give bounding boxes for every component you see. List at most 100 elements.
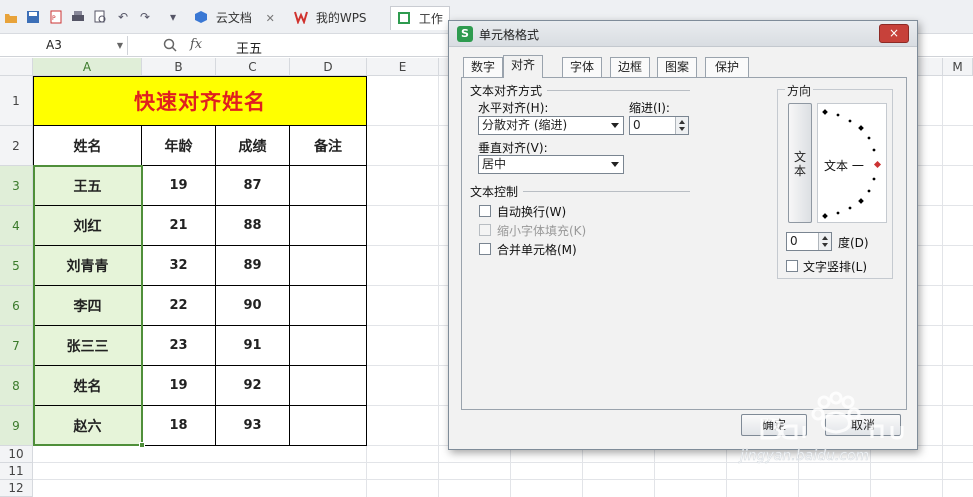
formula-input[interactable]: 王五 bbox=[236, 38, 262, 57]
ok-button[interactable]: 确定 bbox=[741, 414, 807, 436]
table-cell-age[interactable]: 23 bbox=[142, 326, 216, 366]
table-cell-remark[interactable] bbox=[290, 286, 367, 326]
row-header-4[interactable]: 4 bbox=[0, 206, 33, 246]
fill-handle[interactable] bbox=[139, 442, 145, 448]
row-header-1[interactable]: 1 bbox=[0, 76, 33, 126]
row-header-2[interactable]: 2 bbox=[0, 126, 33, 166]
more-dropdown-icon[interactable]: ▾ bbox=[166, 10, 180, 24]
table-cell-name[interactable]: 张三三 bbox=[33, 326, 142, 366]
table-cell-score[interactable]: 92 bbox=[216, 366, 290, 406]
stepper-arrows[interactable] bbox=[818, 233, 831, 250]
chevron-down-icon bbox=[611, 123, 619, 128]
table-cell-age[interactable]: 18 bbox=[142, 406, 216, 446]
tab-workbook[interactable]: 工作簿1 * bbox=[390, 6, 450, 50]
sheet-title-cell[interactable]: 快速对齐姓名 bbox=[33, 76, 367, 126]
header-cell-score[interactable]: 成绩 bbox=[216, 126, 290, 166]
table-cell-name[interactable]: 刘青青 bbox=[33, 246, 142, 286]
vertical-align-select[interactable]: 居中 bbox=[478, 155, 624, 174]
open-folder-icon[interactable] bbox=[4, 10, 18, 24]
table-cell-age[interactable]: 19 bbox=[142, 366, 216, 406]
save-icon[interactable] bbox=[26, 10, 40, 24]
table-cell-name[interactable]: 王五 bbox=[33, 166, 142, 206]
column-header-d[interactable]: D bbox=[290, 58, 367, 76]
column-header-b[interactable]: B bbox=[142, 58, 216, 76]
wrap-text-checkbox[interactable] bbox=[479, 205, 491, 217]
table-cell-score[interactable]: 87 bbox=[216, 166, 290, 206]
tab-protection[interactable]: 保护 bbox=[705, 57, 749, 77]
zoom-lookup-icon[interactable] bbox=[163, 38, 177, 55]
row-header-10[interactable]: 10 bbox=[0, 446, 33, 463]
insert-function-icon[interactable]: fx bbox=[190, 37, 202, 52]
header-cell-remark[interactable]: 备注 bbox=[290, 126, 367, 166]
row-header-12[interactable]: 12 bbox=[0, 480, 33, 497]
table-cell-remark[interactable] bbox=[290, 366, 367, 406]
vertical-text-button[interactable]: 文本 bbox=[788, 103, 812, 223]
horizontal-align-value: 分散对齐 (缩进) bbox=[482, 118, 568, 132]
tab-border[interactable]: 边框 bbox=[610, 57, 650, 77]
table-cell-age[interactable]: 22 bbox=[142, 286, 216, 326]
redo-icon[interactable]: ↷ bbox=[138, 10, 152, 24]
indent-stepper[interactable]: 0 bbox=[629, 116, 689, 135]
tab-cloud-docs[interactable]: 云文档 ✕ bbox=[188, 6, 286, 30]
cancel-button[interactable]: 取消 bbox=[825, 414, 901, 436]
table-cell-age[interactable]: 19 bbox=[142, 166, 216, 206]
table-cell-remark[interactable] bbox=[290, 166, 367, 206]
table-cell-score[interactable]: 93 bbox=[216, 406, 290, 446]
close-tab-icon[interactable]: ✕ bbox=[266, 7, 275, 31]
shrink-to-fit-checkbox bbox=[479, 224, 491, 236]
table-cell-score[interactable]: 88 bbox=[216, 206, 290, 246]
table-cell-remark[interactable] bbox=[290, 206, 367, 246]
table-cell-remark[interactable] bbox=[290, 326, 367, 366]
tab-my-wps[interactable]: 我的WPS ✕ bbox=[288, 6, 388, 49]
row-header-6[interactable]: 6 bbox=[0, 286, 33, 326]
undo-icon[interactable]: ↶ bbox=[116, 10, 130, 24]
table-cell-age[interactable]: 32 bbox=[142, 246, 216, 286]
table-cell-name[interactable]: 姓名 bbox=[33, 366, 142, 406]
name-box[interactable]: A3 ▼ bbox=[0, 36, 128, 55]
tab-label: 我的WPS bbox=[315, 11, 367, 25]
header-cell-name[interactable]: 姓名 bbox=[33, 126, 142, 166]
column-header-e[interactable]: E bbox=[367, 58, 439, 76]
degree-stepper[interactable]: 0 bbox=[786, 232, 832, 251]
merge-cells-checkbox[interactable] bbox=[479, 243, 491, 255]
tab-number[interactable]: 数字 bbox=[463, 57, 503, 77]
wrap-text-label[interactable]: 自动换行(W) bbox=[497, 203, 566, 220]
close-icon[interactable]: × bbox=[879, 24, 909, 43]
tab-alignment[interactable]: 对齐 bbox=[503, 55, 543, 78]
table-cell-score[interactable]: 91 bbox=[216, 326, 290, 366]
print-preview-icon[interactable] bbox=[93, 10, 107, 24]
column-header-m[interactable]: M bbox=[943, 58, 973, 76]
row-header-7[interactable]: 7 bbox=[0, 326, 33, 366]
header-cell-age[interactable]: 年龄 bbox=[142, 126, 216, 166]
tab-font[interactable]: 字体 bbox=[562, 57, 602, 77]
chevron-down-icon[interactable]: ▼ bbox=[117, 36, 123, 55]
text-control-section-title: 文本控制 bbox=[470, 185, 519, 199]
row-header-11[interactable]: 11 bbox=[0, 463, 33, 480]
merge-cells-label[interactable]: 合并单元格(M) bbox=[497, 241, 577, 258]
table-cell-name[interactable]: 李四 bbox=[33, 286, 142, 326]
table-cell-score[interactable]: 89 bbox=[216, 246, 290, 286]
table-cell-age[interactable]: 21 bbox=[142, 206, 216, 246]
vertical-stack-checkbox[interactable] bbox=[786, 260, 798, 272]
tab-pattern[interactable]: 图案 bbox=[657, 57, 697, 77]
select-all-corner[interactable] bbox=[0, 58, 33, 76]
dialog-title-bar[interactable]: S 单元格格式 × bbox=[449, 21, 917, 47]
vertical-stack-label[interactable]: 文字竖排(L) bbox=[803, 258, 867, 275]
column-header-c[interactable]: C bbox=[216, 58, 290, 76]
horizontal-align-select[interactable]: 分散对齐 (缩进) bbox=[478, 116, 624, 135]
stepper-arrows[interactable] bbox=[675, 117, 688, 134]
orientation-title: 方向 bbox=[785, 82, 814, 99]
table-cell-remark[interactable] bbox=[290, 246, 367, 286]
orientation-dial[interactable]: 文本 一 bbox=[817, 103, 887, 223]
table-cell-name[interactable]: 赵六 bbox=[33, 406, 142, 446]
table-cell-remark[interactable] bbox=[290, 406, 367, 446]
table-cell-score[interactable]: 90 bbox=[216, 286, 290, 326]
table-cell-name[interactable]: 刘红 bbox=[33, 206, 142, 246]
row-header-9[interactable]: 9 bbox=[0, 406, 33, 446]
print-icon[interactable] bbox=[71, 10, 85, 24]
export-pdf-icon[interactable]: P bbox=[49, 10, 63, 24]
row-header-5[interactable]: 5 bbox=[0, 246, 33, 286]
row-header-8[interactable]: 8 bbox=[0, 366, 33, 406]
row-header-3[interactable]: 3 bbox=[0, 166, 33, 206]
column-header-a[interactable]: A bbox=[33, 58, 142, 76]
